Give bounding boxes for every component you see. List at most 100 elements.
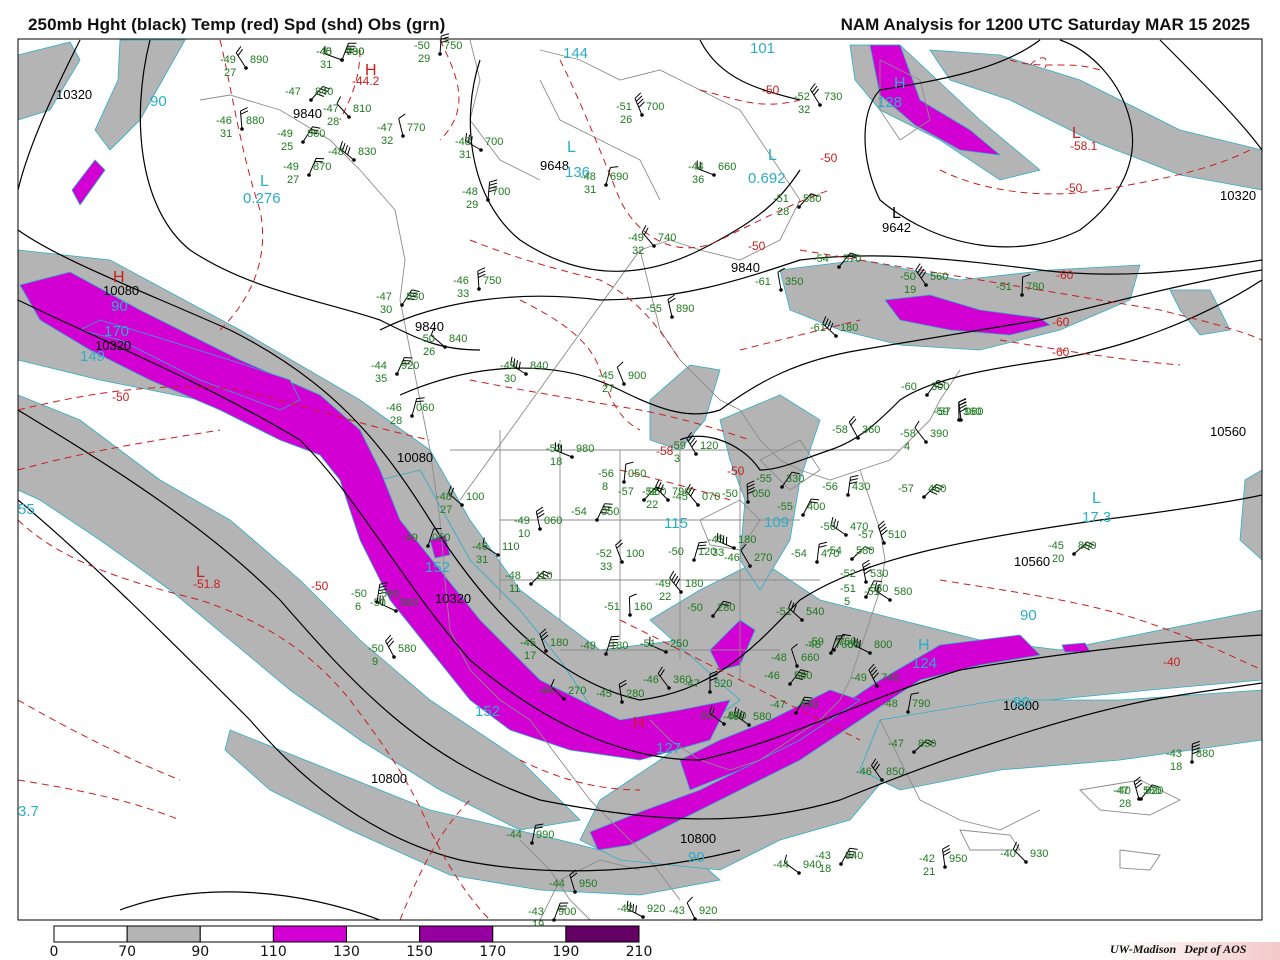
- obs-value: 30: [380, 304, 392, 316]
- obs-value: -42: [617, 903, 633, 915]
- obs-value: -51: [840, 583, 856, 595]
- obs-value: 580: [894, 586, 912, 598]
- low-marker: L: [1072, 125, 1081, 142]
- obs-value: 31: [220, 128, 232, 140]
- speed-label: 3.7: [18, 803, 39, 820]
- temp-label: -60: [1052, 345, 1070, 359]
- obs-value: 940: [845, 850, 863, 862]
- contour-label: 9642: [882, 220, 911, 235]
- speed-label: 170: [104, 323, 129, 340]
- obs-value: 28: [777, 206, 789, 218]
- obs-value: 6: [355, 601, 361, 613]
- obs-value: 33: [712, 547, 724, 559]
- obs-value: 930: [346, 46, 364, 58]
- temp-label: -50: [748, 239, 766, 253]
- obs-value: -49: [514, 515, 530, 527]
- obs-value: 060: [416, 402, 434, 414]
- obs-value: 27: [287, 174, 299, 186]
- obs-value: -58: [900, 428, 916, 440]
- obs-value: 28: [1119, 798, 1131, 810]
- obs-value: -40: [1000, 848, 1016, 860]
- obs-value: -49: [220, 54, 236, 66]
- obs-value: 390: [930, 428, 948, 440]
- obs-value: 110: [535, 570, 553, 582]
- obs-value: 540: [806, 606, 824, 618]
- obs-value: 300: [931, 381, 949, 393]
- obs-value: 560: [381, 588, 399, 600]
- obs-value: -51: [864, 586, 880, 598]
- temp-label: -50: [311, 579, 329, 593]
- obs-value: -55: [646, 303, 662, 315]
- obs-value: -54: [826, 545, 842, 557]
- legend-swatch: [126, 925, 201, 943]
- obs-value: 180: [840, 322, 858, 334]
- obs-value: -47: [770, 699, 786, 711]
- obs-value: 800: [874, 639, 892, 651]
- obs-value: -46: [643, 674, 659, 686]
- obs-value: 920: [401, 360, 419, 372]
- obs-value: 29: [418, 53, 430, 65]
- obs-value: 580: [803, 193, 821, 205]
- obs-value: 17: [524, 650, 536, 662]
- obs-value: 880: [1196, 748, 1214, 760]
- obs-value: 560: [794, 670, 812, 682]
- obs-value: 430: [852, 481, 870, 493]
- legend-tick: 210: [625, 944, 653, 960]
- obs-value: 060: [544, 515, 562, 527]
- temp-label: -60: [1052, 315, 1070, 329]
- speed-label: 90: [111, 298, 128, 315]
- obs-value: -61: [755, 276, 771, 288]
- obs-value: 840: [530, 360, 548, 372]
- obs-value: -50: [414, 40, 430, 52]
- obs-value: -47: [285, 86, 301, 98]
- obs-value: 26: [423, 346, 435, 358]
- obs-value: 8: [602, 481, 608, 493]
- obs-value: -45: [1048, 540, 1064, 552]
- obs-value: -46: [216, 115, 232, 127]
- obs-value: 830: [358, 146, 376, 158]
- obs-value: 27: [440, 504, 452, 516]
- obs-value: 19: [904, 284, 916, 296]
- obs-value: -57: [935, 406, 951, 418]
- obs-value: -55: [777, 501, 793, 513]
- low-marker: L: [196, 564, 205, 581]
- obs-value: -50: [900, 271, 916, 283]
- speed-label: 55: [18, 501, 35, 518]
- obs-value: -52: [596, 548, 612, 560]
- obs-value: -44: [773, 859, 789, 871]
- obs-value: 180: [685, 578, 703, 590]
- obs-value: 750: [444, 40, 462, 52]
- obs-value: 4: [904, 441, 910, 453]
- contour-label: 10800: [680, 831, 716, 846]
- obs-value: 570: [843, 253, 861, 265]
- high-marker: H: [113, 269, 125, 286]
- obs-value: 180: [610, 640, 628, 652]
- obs-value: 100: [466, 491, 484, 503]
- obs-value: -59: [808, 636, 824, 648]
- obs-value: 060: [965, 406, 983, 418]
- obs-value: -43: [528, 906, 544, 918]
- obs-value: -51: [996, 281, 1012, 293]
- credit-university: UW-Madison: [1110, 942, 1177, 956]
- obs-value: -42: [919, 853, 935, 865]
- high-marker: H: [365, 62, 377, 79]
- obs-value: 920: [647, 903, 665, 915]
- obs-value: -57: [898, 483, 914, 495]
- obs-value: -60: [901, 381, 917, 393]
- legend-tick: 90: [191, 944, 210, 960]
- obs-value: 35: [375, 373, 387, 385]
- obs-value: 180: [550, 637, 568, 649]
- obs-value: 22: [646, 499, 658, 511]
- obs-value: -57: [858, 529, 874, 541]
- speed-label: 127: [656, 740, 681, 757]
- contour-label: 10080: [397, 450, 433, 465]
- obs-value: 690: [610, 171, 628, 183]
- obs-value: 160: [634, 601, 652, 613]
- temp-label: -50: [820, 151, 838, 165]
- speed-label: 101: [750, 40, 775, 57]
- obs-value: -46: [724, 552, 740, 564]
- speed-label: 152: [425, 559, 450, 576]
- obs-value: -45: [596, 688, 612, 700]
- obs-value: -46: [856, 766, 872, 778]
- legend-tick: 70: [118, 944, 137, 960]
